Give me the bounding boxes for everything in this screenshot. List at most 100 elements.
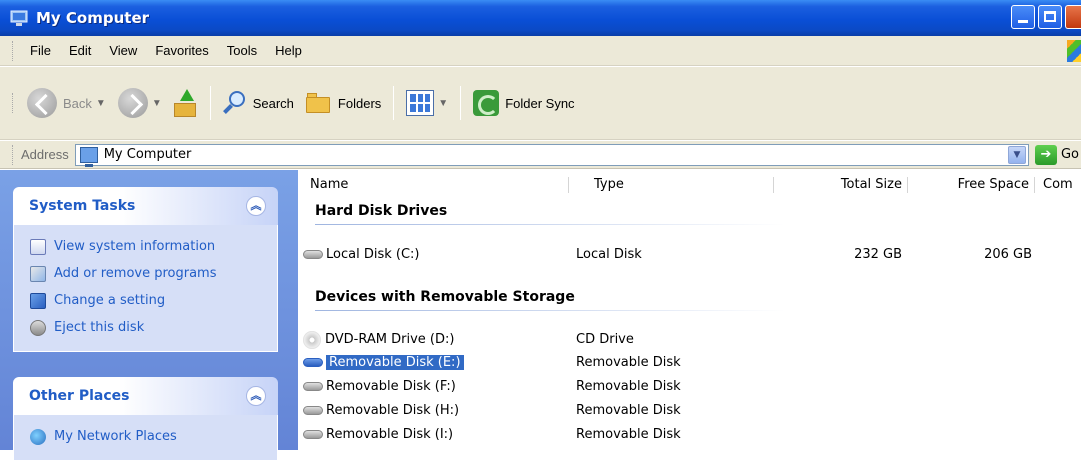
- address-input[interactable]: My Computer ▼: [74, 143, 1029, 167]
- search-icon: [222, 91, 247, 115]
- back-label: Back: [63, 95, 92, 111]
- address-value: My Computer: [103, 147, 192, 162]
- chevron-down-icon[interactable]: ▼: [438, 98, 448, 109]
- task-label: Change a setting: [54, 293, 166, 308]
- system-tasks-body: View system information Add or remove pr…: [13, 225, 278, 352]
- table-row[interactable]: DVD-RAM Drive (D:) CD Drive: [298, 328, 1081, 352]
- folder-sync-icon: [473, 90, 500, 116]
- address-bar: Address My Computer ▼ ➔ Go: [0, 141, 1081, 169]
- group-divider: [315, 224, 785, 225]
- toolbar-grip[interactable]: [12, 144, 15, 165]
- views-button[interactable]: ▼: [400, 83, 454, 123]
- task-add-remove-programs[interactable]: Add or remove programs: [30, 260, 267, 287]
- go-arrow-icon[interactable]: ➔: [1034, 144, 1057, 165]
- place-my-network-places[interactable]: My Network Places: [30, 423, 267, 450]
- folder-sync-button[interactable]: Folder Sync: [467, 83, 580, 123]
- forward-button[interactable]: ▼: [112, 83, 168, 123]
- drive-name: Removable Disk (I:): [326, 427, 454, 442]
- menu-help[interactable]: Help: [266, 43, 311, 58]
- column-header-comments[interactable]: Com: [1035, 170, 1081, 200]
- group-divider: [315, 310, 785, 311]
- go-label[interactable]: Go: [1061, 147, 1079, 162]
- folders-label: Folders: [337, 95, 382, 111]
- drive-name: Removable Disk (E:): [326, 355, 464, 370]
- column-header-type[interactable]: Type: [569, 170, 774, 200]
- other-places-body: My Network Places: [13, 415, 278, 461]
- table-row[interactable]: Removable Disk (H:) Removable Disk: [298, 399, 1081, 423]
- chevron-down-icon[interactable]: ▼: [96, 98, 106, 109]
- views-icon: [406, 90, 435, 116]
- drive-type: Removable Disk: [576, 427, 681, 442]
- column-header-free-space[interactable]: Free Space: [908, 170, 1035, 200]
- forward-arrow-icon: [117, 88, 148, 118]
- drive-type: Local Disk: [576, 247, 642, 262]
- collapse-icon[interactable]: ︽: [246, 196, 266, 216]
- system-tasks-header[interactable]: System Tasks ︽: [13, 187, 278, 225]
- task-label: Eject this disk: [54, 320, 145, 335]
- up-button[interactable]: [168, 83, 204, 123]
- task-eject-disk[interactable]: Eject this disk: [30, 314, 267, 341]
- file-list: Name Type Total Size Free Space Com Hard…: [298, 170, 1081, 450]
- my-computer-icon: [79, 146, 98, 167]
- task-label: Add or remove programs: [54, 266, 217, 281]
- other-places-title: Other Places: [29, 388, 130, 404]
- collapse-icon[interactable]: ︽: [246, 386, 266, 406]
- table-row[interactable]: Removable Disk (F:) Removable Disk: [298, 375, 1081, 399]
- menu-edit[interactable]: Edit: [60, 43, 100, 58]
- menu-view[interactable]: View: [100, 43, 146, 58]
- folder-up-icon: [173, 89, 198, 117]
- chevron-down-icon[interactable]: ▼: [152, 98, 162, 109]
- menu-bar: File Edit View Favorites Tools Help: [0, 36, 1081, 66]
- add-remove-programs-icon: [30, 265, 46, 282]
- table-row[interactable]: Local Disk (C:) Local Disk 232 GB 206 GB: [298, 243, 1081, 267]
- folders-icon: [305, 92, 332, 114]
- toolbar-separator: [209, 86, 211, 120]
- drive-name: Removable Disk (F:): [326, 379, 456, 394]
- task-view-system-information[interactable]: View system information: [30, 233, 267, 260]
- folder-sync-label: Folder Sync: [505, 95, 575, 111]
- drive-type: CD Drive: [576, 332, 634, 347]
- removable-disk-icon: [303, 382, 323, 391]
- removable-disk-icon: [303, 430, 323, 439]
- close-button[interactable]: [1065, 5, 1081, 29]
- drive-name-cell: Removable Disk (I:): [303, 423, 453, 447]
- drive-free-space: 206 GB: [984, 247, 1032, 262]
- table-row-selected[interactable]: Removable Disk (E:) Removable Disk: [298, 351, 1081, 375]
- drive-name: Removable Disk (H:): [326, 403, 460, 418]
- folders-button[interactable]: Folders: [300, 83, 387, 123]
- menu-file[interactable]: File: [21, 43, 60, 58]
- toolbar-separator: [460, 86, 462, 120]
- other-places-header[interactable]: Other Places ︽: [13, 377, 278, 415]
- drive-total-size: 232 GB: [854, 247, 902, 262]
- maximize-button[interactable]: [1038, 5, 1062, 29]
- search-label: Search: [252, 95, 294, 111]
- task-change-setting[interactable]: Change a setting: [30, 287, 267, 314]
- drive-type: Removable Disk: [576, 355, 681, 370]
- group-header-hard-disk-drives: Hard Disk Drives: [315, 203, 448, 219]
- drive-name-cell: Local Disk (C:): [303, 243, 419, 267]
- task-pane: System Tasks ︽ View system information A…: [0, 170, 298, 461]
- network-places-icon: [30, 428, 46, 445]
- toolbar-grip[interactable]: [12, 93, 15, 113]
- column-header-name[interactable]: Name: [304, 170, 569, 200]
- drive-name-cell: Removable Disk (E:): [303, 351, 464, 375]
- column-header-total-size[interactable]: Total Size: [774, 170, 908, 200]
- drive-type: Removable Disk: [576, 403, 681, 418]
- chevron-down-icon[interactable]: ▼: [1007, 145, 1026, 164]
- title-bar[interactable]: My Computer: [0, 0, 1081, 36]
- minimize-button[interactable]: [1011, 5, 1035, 29]
- search-button[interactable]: Search: [217, 83, 300, 123]
- system-tasks-title: System Tasks: [29, 198, 136, 214]
- eject-disk-icon: [30, 319, 46, 336]
- table-row[interactable]: Removable Disk (I:) Removable Disk: [298, 423, 1081, 447]
- cd-drive-icon: [303, 330, 321, 349]
- group-header-removable-storage: Devices with Removable Storage: [315, 289, 575, 305]
- toolbar-grip[interactable]: [12, 40, 15, 61]
- menu-favorites[interactable]: Favorites: [146, 43, 217, 58]
- standard-toolbar: Back ▼ ▼ Search Folders ▼ Folder Sync: [0, 67, 1081, 140]
- back-button[interactable]: Back ▼: [21, 83, 112, 123]
- other-places-panel: Other Places ︽ My Network Places: [13, 377, 278, 461]
- back-arrow-icon: [27, 88, 57, 118]
- menu-tools[interactable]: Tools: [218, 43, 266, 58]
- drive-name-cell: Removable Disk (F:): [303, 375, 456, 399]
